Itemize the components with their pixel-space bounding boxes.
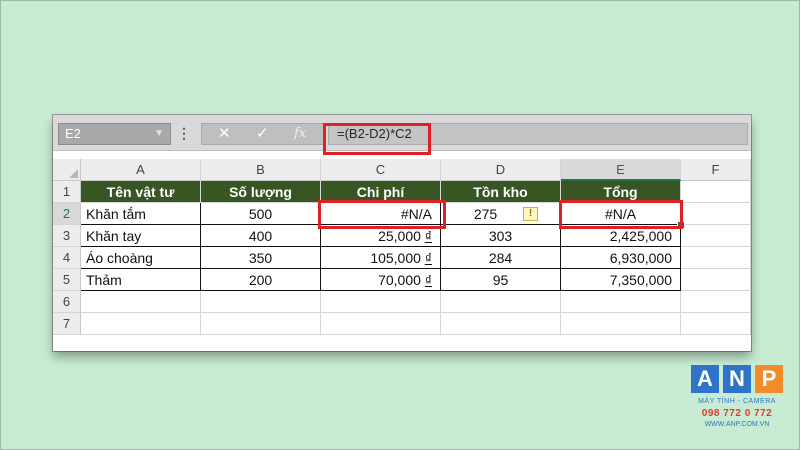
table-cell[interactable]: 95 (441, 269, 561, 291)
table-cell[interactable]: 105,000 ₫ (321, 247, 441, 269)
table-cell[interactable]: 275 ! (441, 203, 561, 225)
empty-cell[interactable] (681, 247, 751, 269)
row-header-5[interactable]: 5 (53, 269, 81, 291)
name-box-value: E2 (65, 126, 81, 141)
empty-cell[interactable] (681, 269, 751, 291)
empty-cell[interactable] (681, 181, 751, 203)
table-cell[interactable]: 6,930,000 (561, 247, 681, 269)
column-header-a[interactable]: A (81, 159, 201, 181)
empty-cell[interactable] (681, 225, 751, 247)
table-cell[interactable]: 284 (441, 247, 561, 269)
currency-symbol: ₫ (424, 250, 432, 266)
logo-letter: P (755, 365, 783, 393)
empty-cell[interactable] (201, 313, 321, 335)
highlight-box-e2 (559, 200, 683, 229)
column-header-f[interactable]: F (681, 159, 751, 181)
currency-symbol: ₫ (424, 272, 432, 288)
table-cell[interactable]: 7,350,000 (561, 269, 681, 291)
empty-cell[interactable] (441, 291, 561, 313)
empty-cell[interactable] (681, 291, 751, 313)
empty-cell[interactable] (321, 313, 441, 335)
empty-cell[interactable] (561, 313, 681, 335)
function-icon[interactable]: fx (294, 124, 306, 144)
table-cell[interactable]: 500 (201, 203, 321, 225)
empty-cell[interactable] (561, 291, 681, 313)
vertical-dots-icon[interactable]: ⋮ (177, 124, 191, 142)
table-cell[interactable]: 70,000 ₫ (321, 269, 441, 291)
table-cell[interactable]: Thảm (81, 269, 201, 291)
cost-value: 25,000 (378, 228, 421, 244)
table-cell[interactable]: 350 (201, 247, 321, 269)
name-box[interactable]: E2 ▼ (58, 123, 171, 145)
cost-value: 105,000 (370, 250, 421, 266)
checkmark-icon[interactable]: ✓ (256, 124, 269, 144)
row-header-3[interactable]: 3 (53, 225, 81, 247)
column-header-e[interactable]: E (561, 159, 681, 181)
empty-cell[interactable] (321, 291, 441, 313)
excel-window: E2 ▼ ⋮ ✕ ✓ fx =(B2-D2)*C2 A B C D E F 1 … (53, 115, 751, 351)
table-header-cell[interactable]: Tồn kho (441, 181, 561, 203)
logo-tagline: MÁY TÍNH - CAMERA (698, 398, 776, 405)
empty-cell[interactable] (201, 291, 321, 313)
empty-cell[interactable] (441, 313, 561, 335)
highlight-box-formula (323, 123, 431, 155)
empty-cell[interactable] (681, 203, 751, 225)
row-header-1[interactable]: 1 (53, 181, 81, 203)
row-header-7[interactable]: 7 (53, 313, 81, 335)
column-header-c[interactable]: C (321, 159, 441, 181)
table-cell[interactable]: Khăn tắm (81, 203, 201, 225)
table-cell[interactable]: 303 (441, 225, 561, 247)
table-header-cell[interactable]: Tên vật tư (81, 181, 201, 203)
stock-value: 275 (473, 206, 498, 222)
formula-buttons: ✕ ✓ fx (201, 123, 324, 145)
currency-symbol: ₫ (424, 228, 432, 244)
logo-website: WWW.ANP.COM.VN (704, 421, 770, 428)
warning-diamond-icon[interactable]: ! (523, 207, 538, 221)
row-header-6[interactable]: 6 (53, 291, 81, 313)
row-header-4[interactable]: 4 (53, 247, 81, 269)
table-cell[interactable]: Khăn tay (81, 225, 201, 247)
row-header-2[interactable]: 2 (53, 203, 81, 225)
empty-cell[interactable] (81, 313, 201, 335)
column-header-d[interactable]: D (441, 159, 561, 181)
select-all-corner[interactable] (53, 159, 81, 181)
chevron-down-icon[interactable]: ▼ (154, 124, 164, 144)
table-cell[interactable]: Áo choàng (81, 247, 201, 269)
logo-letter: A (691, 365, 719, 393)
logo-phone: 098 772 0 772 (701, 408, 773, 419)
highlight-box-c2 (318, 200, 446, 229)
empty-cell[interactable] (81, 291, 201, 313)
table-cell[interactable]: 400 (201, 225, 321, 247)
table-cell[interactable]: 200 (201, 269, 321, 291)
cost-value: 70,000 (378, 272, 421, 288)
empty-cell[interactable] (681, 313, 751, 335)
logo-letter: N (723, 365, 751, 393)
close-icon[interactable]: ✕ (218, 124, 231, 144)
column-header-b[interactable]: B (201, 159, 321, 181)
table-header-cell[interactable]: Số lượng (201, 181, 321, 203)
